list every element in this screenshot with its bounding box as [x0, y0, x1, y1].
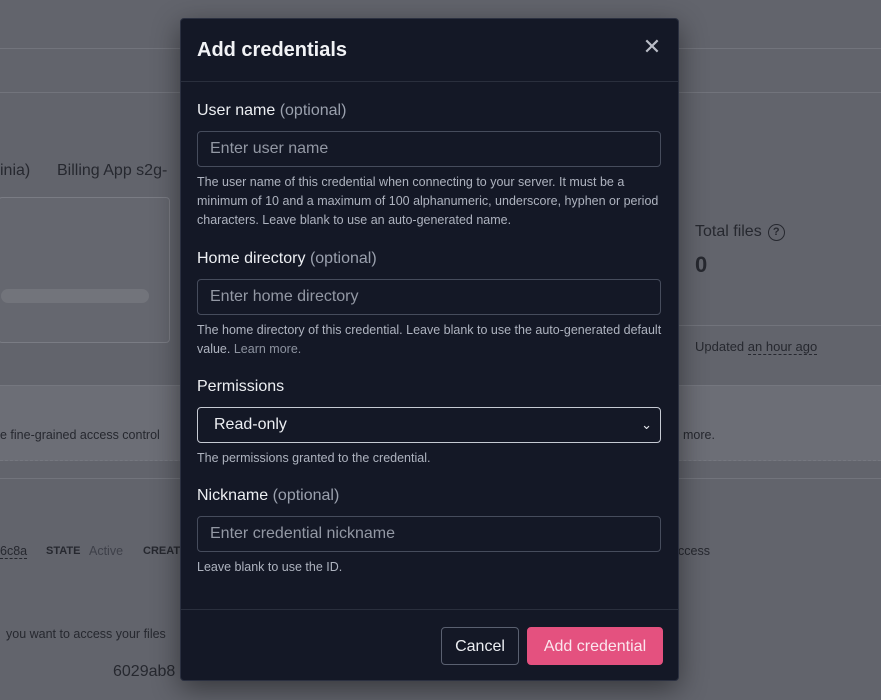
- add-credentials-dialog: Add credentials ✕ User name (optional) T…: [180, 18, 679, 681]
- permissions-help: The permissions granted to the credentia…: [197, 451, 431, 465]
- banner-text: e fine-grained access control: [0, 428, 160, 442]
- nickname-label-text: Nickname: [197, 487, 269, 504]
- state-label: STATE: [46, 545, 81, 557]
- add-credential-button[interactable]: Add credential: [527, 627, 663, 665]
- banner-link[interactable]: more.: [683, 428, 715, 442]
- dialog-header: Add credentials ✕: [181, 19, 678, 82]
- username-label-text: User name: [197, 102, 276, 119]
- total-files-value: 0: [695, 252, 708, 277]
- state-value: Active: [89, 544, 124, 558]
- dialog-footer: Cancel Add credential: [181, 609, 678, 680]
- permissions-select[interactable]: Read-only ⌄: [197, 407, 661, 443]
- dialog-title: Add credentials: [197, 39, 348, 61]
- permissions-label: Permissions: [197, 378, 285, 395]
- home-directory-label-text: Home directory: [197, 250, 306, 267]
- username-label: User name (optional): [197, 102, 346, 120]
- permissions-selected-value: Read-only: [214, 416, 287, 433]
- usage-bar: [1, 289, 149, 303]
- updated-prefix: Updated: [695, 339, 745, 354]
- username-input[interactable]: [197, 131, 661, 167]
- access-text: ccess: [678, 544, 710, 558]
- optional-tag: (optional): [279, 102, 347, 119]
- total-files-label: Total files?: [695, 223, 785, 241]
- chevron-down-icon: ⌄: [641, 417, 652, 432]
- nickname-help: Leave blank to use the ID.: [197, 560, 343, 574]
- updated-text: Updated an hour ago: [695, 339, 818, 355]
- nickname-input[interactable]: [197, 516, 661, 552]
- home-directory-help: The home directory of this credential. L…: [197, 321, 663, 359]
- cancel-button[interactable]: Cancel: [441, 627, 519, 665]
- created-label: CREAT: [143, 545, 181, 557]
- region-label: inia): [0, 162, 31, 179]
- home-directory-input[interactable]: [197, 279, 661, 315]
- help-icon[interactable]: ?: [767, 224, 785, 241]
- divider: [679, 325, 881, 326]
- learn-more-link[interactable]: Learn more.: [234, 342, 301, 356]
- home-directory-label: Home directory (optional): [197, 250, 377, 268]
- optional-tag: (optional): [272, 487, 340, 504]
- credential-id[interactable]: 6c8a: [0, 544, 28, 559]
- username-help: The user name of this credential when co…: [197, 175, 659, 227]
- optional-tag: (optional): [309, 250, 377, 267]
- access-hint: you want to access your files: [6, 627, 166, 641]
- app-label: Billing App s2g-: [57, 162, 168, 179]
- updated-time: an hour ago: [747, 339, 818, 355]
- close-icon[interactable]: ✕: [642, 36, 662, 58]
- bottom-id: 6029ab8: [113, 663, 176, 680]
- usage-card: [0, 197, 170, 343]
- nickname-label: Nickname (optional): [197, 487, 339, 505]
- total-files-text: Total files: [695, 223, 762, 240]
